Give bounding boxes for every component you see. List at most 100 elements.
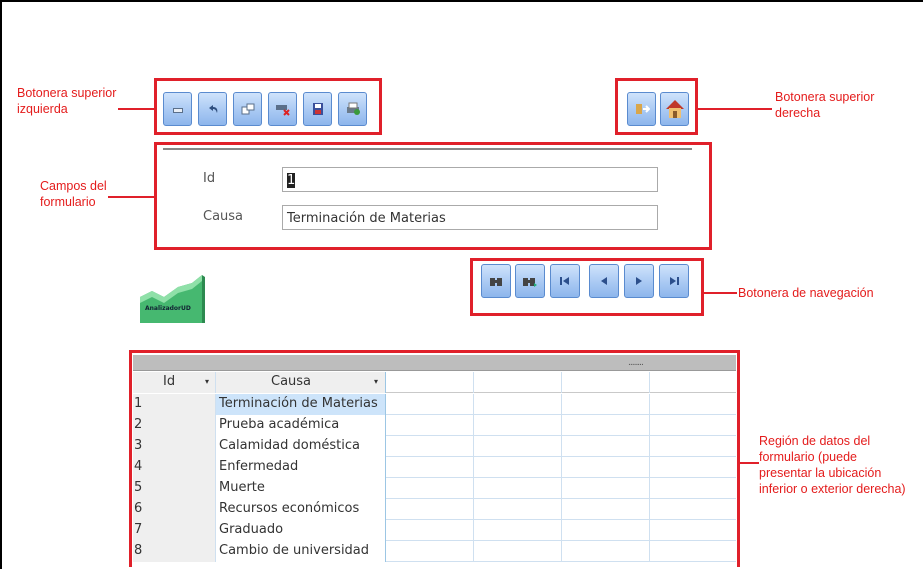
- empty-cell: [562, 478, 650, 499]
- cell-causa[interactable]: Enfermedad: [216, 457, 386, 478]
- cell-causa[interactable]: Muerte: [216, 478, 386, 499]
- annotation-top-right: Botonera superior derecha: [775, 90, 875, 120]
- grid-header-bar: ........: [133, 355, 736, 371]
- table-row[interactable]: 2 Prueba académica: [133, 415, 736, 436]
- home-button[interactable]: [660, 92, 689, 126]
- causa-label: Causa: [203, 209, 244, 224]
- cell-causa[interactable]: Cambio de universidad: [216, 541, 386, 562]
- previous-record-icon: [601, 277, 607, 285]
- sort-dropdown-icon[interactable]: ▾: [205, 372, 209, 392]
- empty-cell: [474, 499, 562, 520]
- next-record-icon: [636, 277, 642, 285]
- find-button[interactable]: [481, 264, 511, 298]
- annotation-fields: Campos del formulario: [40, 179, 107, 209]
- table-row[interactable]: 5 Muerte: [133, 478, 736, 499]
- annotation-data-region: Región de datos del formulario (puede pr…: [759, 434, 906, 496]
- empty-cell: [474, 415, 562, 436]
- print-icon: [346, 102, 360, 115]
- annotation-line: [698, 108, 772, 110]
- column-header-id-label: Id: [163, 374, 176, 389]
- copy-icon: [241, 103, 254, 115]
- empty-cell: [386, 436, 474, 457]
- form-fields-highlight: [154, 142, 712, 250]
- empty-cell: [474, 457, 562, 478]
- table-row[interactable]: 4 Enfermedad: [133, 457, 736, 478]
- empty-cell: [562, 436, 650, 457]
- table-row[interactable]: 1 Terminación de Materias: [133, 394, 736, 415]
- save-icon: [312, 103, 323, 115]
- data-grid[interactable]: ........ Id ▾ Causa ▾ 1 Terminación de Ma…: [133, 355, 736, 564]
- copy-button[interactable]: [233, 92, 262, 126]
- empty-cell: [386, 394, 474, 415]
- exit-icon: [635, 104, 650, 114]
- column-header-row: Id ▾ Causa ▾: [133, 372, 736, 393]
- cell-causa[interactable]: Calamidad doméstica: [216, 436, 386, 457]
- empty-cell: [562, 520, 650, 541]
- print-button[interactable]: [338, 92, 367, 126]
- save-button[interactable]: [303, 92, 332, 126]
- home-icon: [665, 100, 684, 118]
- empty-cell: [562, 394, 650, 415]
- exit-button[interactable]: [627, 92, 656, 126]
- empty-cell: [386, 520, 474, 541]
- grid-resize-handle[interactable]: ........: [628, 358, 644, 368]
- new-record-button[interactable]: [163, 92, 192, 126]
- empty-column: [562, 372, 650, 393]
- last-record-icon: [670, 277, 679, 285]
- empty-column: [474, 372, 562, 393]
- cell-causa[interactable]: Prueba académica: [216, 415, 386, 436]
- annotation-line: [118, 108, 154, 110]
- id-value: 1: [287, 173, 296, 188]
- first-record-icon: [560, 277, 569, 285]
- id-field[interactable]: 1: [282, 167, 658, 192]
- column-header-id[interactable]: Id ▾: [133, 372, 216, 393]
- table-row[interactable]: 8 Cambio de universidad: [133, 541, 736, 562]
- new-record-icon: [172, 108, 183, 113]
- cell-causa[interactable]: Terminación de Materias: [216, 394, 386, 415]
- first-record-button[interactable]: [550, 264, 580, 298]
- annotation-navigation: Botonera de navegación: [738, 286, 874, 300]
- empty-cell: [474, 541, 562, 562]
- column-header-causa-label: Causa: [271, 374, 312, 389]
- cell-id[interactable]: 7: [133, 520, 216, 541]
- empty-cell: [474, 478, 562, 499]
- empty-cell: [474, 394, 562, 415]
- empty-cell: [386, 457, 474, 478]
- sort-dropdown-icon[interactable]: ▾: [374, 372, 378, 392]
- cell-id[interactable]: 4: [133, 457, 216, 478]
- annotation-line: [703, 292, 737, 294]
- undo-button[interactable]: [198, 92, 227, 126]
- empty-cell: [562, 457, 650, 478]
- empty-cell: [474, 520, 562, 541]
- cell-id[interactable]: 3: [133, 436, 216, 457]
- next-record-button[interactable]: [624, 264, 654, 298]
- cell-id[interactable]: 1: [133, 394, 216, 415]
- cell-id[interactable]: 2: [133, 415, 216, 436]
- table-row[interactable]: 3 Calamidad doméstica: [133, 436, 736, 457]
- column-header-causa[interactable]: Causa ▾: [216, 372, 386, 393]
- cell-id[interactable]: 6: [133, 499, 216, 520]
- empty-cell: [386, 541, 474, 562]
- id-label: Id: [203, 171, 216, 186]
- empty-cell: [386, 415, 474, 436]
- empty-cell: [474, 436, 562, 457]
- find-next-icon: [523, 278, 537, 287]
- annotation-line: [739, 462, 759, 464]
- table-row[interactable]: 7 Graduado: [133, 520, 736, 541]
- empty-cell: [386, 499, 474, 520]
- find-icon: [490, 278, 502, 286]
- cell-id[interactable]: 5: [133, 478, 216, 499]
- last-record-button[interactable]: [659, 264, 689, 298]
- delete-icon: [275, 105, 290, 116]
- empty-cell: [562, 541, 650, 562]
- empty-cell: [562, 415, 650, 436]
- cell-causa[interactable]: Recursos económicos: [216, 499, 386, 520]
- delete-button[interactable]: [268, 92, 297, 126]
- cell-id[interactable]: 8: [133, 541, 216, 562]
- cell-causa[interactable]: Graduado: [216, 520, 386, 541]
- previous-record-button[interactable]: [589, 264, 619, 298]
- causa-field[interactable]: Terminación de Materias: [282, 205, 658, 230]
- annotation-line: [108, 196, 154, 198]
- table-row[interactable]: 6 Recursos económicos: [133, 499, 736, 520]
- find-next-button[interactable]: [515, 264, 545, 298]
